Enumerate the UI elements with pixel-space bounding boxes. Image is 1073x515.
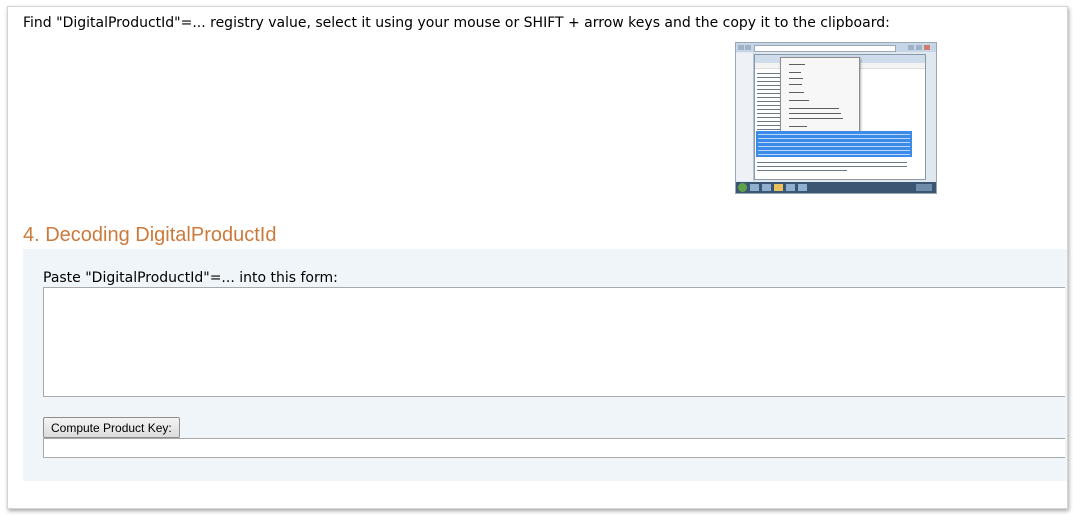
taskbar-icon — [750, 184, 759, 191]
context-menu-item — [789, 84, 802, 85]
selected-line — [758, 142, 910, 143]
context-menu-item — [789, 78, 803, 79]
text-line — [757, 166, 907, 167]
thumbnail-address-bar — [754, 45, 896, 52]
page-content: Find "DigitalProductId"=... registry val… — [7, 6, 1068, 509]
close-icon — [924, 45, 930, 50]
minimize-icon — [908, 45, 914, 50]
selected-line — [758, 134, 910, 135]
start-icon — [738, 183, 747, 192]
context-menu-item — [789, 118, 843, 119]
context-menu-item — [789, 126, 807, 127]
context-menu-item — [789, 72, 801, 73]
taskbar-icon — [762, 184, 771, 191]
selected-line — [758, 138, 910, 139]
thumbnail-titlebar — [736, 43, 936, 52]
thumbnail-selected-text — [756, 131, 912, 157]
text-line — [757, 162, 907, 163]
thumbnail-taskbar — [736, 182, 936, 193]
compute-product-key-button[interactable]: Compute Product Key: — [43, 417, 180, 438]
maximize-icon — [916, 45, 922, 50]
context-menu-item — [789, 113, 841, 114]
paste-label: Paste "DigitalProductId"=... into this f… — [43, 270, 338, 286]
instruction-text: Find "DigitalProductId"=... registry val… — [23, 15, 890, 31]
thumbnail-navigation-pane — [736, 53, 754, 181]
registry-screenshot-thumbnail — [735, 42, 937, 194]
section-heading: 4. Decoding DigitalProductId — [23, 224, 277, 246]
digital-product-id-input[interactable] — [43, 287, 1065, 397]
taskbar-icon — [786, 184, 795, 191]
context-menu-item — [789, 64, 805, 65]
forward-icon — [745, 45, 751, 50]
text-line — [757, 170, 847, 171]
clock-icon — [916, 184, 932, 191]
selected-line — [758, 146, 910, 147]
product-key-output[interactable] — [43, 438, 1065, 458]
thumbnail-context-menu — [780, 57, 860, 133]
folder-icon — [774, 184, 783, 191]
selected-line — [758, 150, 910, 151]
taskbar-icon — [798, 184, 807, 191]
context-menu-item — [789, 108, 839, 109]
context-menu-item — [789, 92, 804, 93]
back-icon — [738, 45, 744, 50]
selected-line — [758, 154, 910, 155]
context-menu-item — [789, 100, 809, 101]
decode-form-panel: Paste "DigitalProductId"=... into this f… — [23, 249, 1067, 481]
